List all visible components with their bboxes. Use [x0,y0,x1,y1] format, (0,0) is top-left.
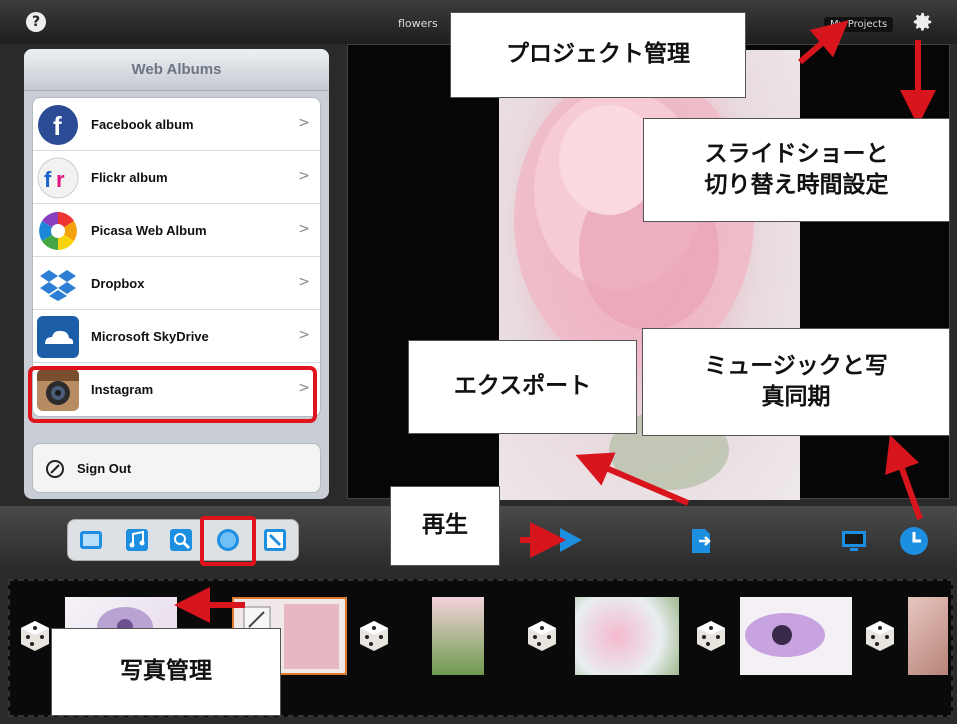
chevron-right-icon: > [298,115,310,131]
web-albums-panel: Web Albums f Facebook album > f r Flickr… [24,49,329,499]
music-icon[interactable] [124,527,150,553]
chevron-right-icon: > [298,221,310,237]
callout-slideshow-settings: スライドショーと 切り替え時間設定 [643,118,950,222]
album-label: Microsoft SkyDrive [91,329,209,344]
dice-icon[interactable] [694,619,728,653]
flickr-icon: f r [37,157,79,199]
photo-thumbnail[interactable] [740,597,852,675]
help-button[interactable]: ? [26,12,46,32]
project-title: flowers [398,17,438,30]
edit-icon[interactable] [262,527,288,553]
photo-thumbnail[interactable] [575,597,679,675]
panel-title: Web Albums [24,49,329,91]
instagram-highlight-box [28,366,317,423]
chevron-right-icon: > [298,327,310,343]
album-item-picasa[interactable]: Picasa Web Album > [33,204,320,257]
sign-out-button[interactable]: Sign Out [32,443,321,493]
chevron-right-icon: > [298,274,310,290]
album-item-flickr[interactable]: f r Flickr album > [33,151,320,204]
album-label: Picasa Web Album [91,223,207,238]
dice-icon[interactable] [18,619,52,653]
web-albums-highlight-box [200,516,256,566]
sign-out-label: Sign Out [77,461,132,476]
photo-thumbnail[interactable] [432,597,484,675]
gear-icon[interactable] [912,11,934,33]
callout-project-management: プロジェクト管理 [450,12,746,98]
svg-text:r: r [56,167,65,192]
sign-out-icon [46,460,64,478]
monitor-icon[interactable] [840,528,868,554]
svg-text:f: f [53,111,62,141]
album-item-dropbox[interactable]: Dropbox > [33,257,320,310]
dice-icon[interactable] [525,619,559,653]
callout-play: 再生 [390,486,500,566]
album-label: Dropbox [91,276,145,291]
album-item-skydrive[interactable]: Microsoft SkyDrive > [33,310,320,363]
clock-icon[interactable] [898,525,930,557]
album-label: Facebook album [91,117,194,132]
svg-text:f: f [44,167,52,192]
callout-photo-management: 写真管理 [51,628,281,716]
export-icon[interactable] [689,527,715,555]
dice-icon[interactable] [863,619,897,653]
facebook-icon: f [38,105,78,145]
dropbox-icon [40,270,76,301]
callout-music-sync: ミュージックと写 真同期 [642,328,950,436]
photo-icon[interactable] [78,527,104,553]
chevron-right-icon: > [298,168,310,184]
callout-export: エクスポート [408,340,637,434]
album-label: Flickr album [91,170,168,185]
album-item-facebook[interactable]: f Facebook album > [33,98,320,151]
my-projects-button[interactable]: My Projects [824,17,894,32]
zoom-icon[interactable] [168,527,194,553]
picasa-icon [39,212,77,250]
dice-icon[interactable] [357,619,391,653]
play-icon[interactable] [558,526,584,554]
skydrive-icon [37,316,79,358]
photo-thumbnail[interactable] [908,597,948,675]
